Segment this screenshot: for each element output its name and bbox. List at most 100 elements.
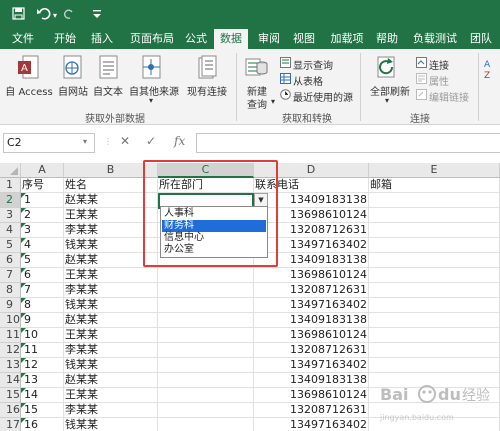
recent-sources-button[interactable]: 最近使用的源 bbox=[293, 89, 353, 104]
cell-department[interactable] bbox=[158, 283, 254, 298]
tab-review[interactable]: 审阅 bbox=[252, 29, 286, 49]
cell-name[interactable]: 赵某某 bbox=[64, 313, 158, 328]
cell-email[interactable] bbox=[369, 298, 500, 313]
cell-index[interactable]: 15 bbox=[21, 403, 64, 418]
row-header[interactable]: 7 bbox=[0, 268, 21, 283]
cancel-icon[interactable]: ✕ bbox=[120, 134, 130, 148]
cell-index[interactable]: 4 bbox=[21, 238, 64, 253]
cell-phone[interactable]: 13698610124 bbox=[254, 388, 369, 403]
cell-name[interactable]: 王某某 bbox=[64, 388, 158, 403]
insert-function-icon[interactable]: fx bbox=[174, 134, 185, 148]
refresh-all-button[interactable]: 全部刷新 bbox=[368, 83, 412, 98]
cell-department[interactable] bbox=[158, 358, 254, 373]
cell-index[interactable]: 16 bbox=[21, 418, 64, 431]
tab-addins[interactable]: 加载项 bbox=[325, 29, 369, 49]
sort-icon[interactable]: AZ bbox=[484, 57, 498, 84]
cell-index[interactable]: 10 bbox=[21, 328, 64, 343]
row-header[interactable]: 16 bbox=[0, 403, 21, 418]
tab-formulas[interactable]: 公式 bbox=[179, 29, 213, 49]
cell-name[interactable]: 李某某 bbox=[64, 283, 158, 298]
header-cell-index[interactable]: 序号 bbox=[21, 178, 64, 193]
from-web-button[interactable]: 自网站 bbox=[56, 83, 90, 98]
column-header-a[interactable]: A bbox=[21, 163, 64, 178]
tab-page-layout[interactable]: 页面布局 bbox=[124, 29, 180, 49]
cell-email[interactable] bbox=[369, 253, 500, 268]
cell-phone[interactable]: 13208712631 bbox=[254, 283, 369, 298]
cell-name[interactable]: 王某某 bbox=[64, 268, 158, 283]
row-header[interactable]: 17 bbox=[0, 418, 21, 431]
save-icon[interactable] bbox=[12, 7, 25, 23]
row-header[interactable]: 15 bbox=[0, 388, 21, 403]
tab-file[interactable]: 文件 bbox=[6, 29, 40, 49]
from-access-button[interactable]: 自 Access bbox=[4, 83, 54, 98]
row-header[interactable]: 9 bbox=[0, 298, 21, 313]
cell-phone[interactable]: 13208712631 bbox=[254, 403, 369, 418]
cell-name[interactable]: 赵某某 bbox=[64, 373, 158, 388]
tab-view[interactable]: 视图 bbox=[287, 29, 321, 49]
cell-email[interactable] bbox=[369, 283, 500, 298]
cell-index[interactable]: 13 bbox=[21, 373, 64, 388]
cell-phone[interactable]: 13497163402 bbox=[254, 298, 369, 313]
cell-name[interactable]: 钱某某 bbox=[64, 298, 158, 313]
cell-phone[interactable]: 13497163402 bbox=[254, 358, 369, 373]
cell-department[interactable] bbox=[158, 388, 254, 403]
undo-icon[interactable] bbox=[36, 7, 52, 23]
cell-phone[interactable]: 13698610124 bbox=[254, 268, 369, 283]
redo-icon[interactable] bbox=[64, 7, 76, 23]
customize-qat-icon[interactable] bbox=[92, 7, 102, 24]
row-header[interactable]: 2 bbox=[0, 193, 21, 208]
cell-department[interactable] bbox=[158, 373, 254, 388]
tab-team[interactable]: 团队 bbox=[464, 29, 498, 49]
row-header[interactable]: 11 bbox=[0, 328, 21, 343]
cell-name[interactable]: 王某某 bbox=[64, 328, 158, 343]
cell-index[interactable]: 14 bbox=[21, 388, 64, 403]
cell-phone[interactable]: 13497163402 bbox=[254, 418, 369, 431]
row-header[interactable]: 1 bbox=[0, 178, 21, 193]
header-cell-email[interactable]: 邮箱 bbox=[369, 178, 500, 193]
cell-index[interactable]: 6 bbox=[21, 268, 64, 283]
cell-department[interactable] bbox=[158, 298, 254, 313]
cell-phone[interactable]: 13409183138 bbox=[254, 313, 369, 328]
cell-index[interactable]: 7 bbox=[21, 283, 64, 298]
tab-insert[interactable]: 插入 bbox=[85, 29, 119, 49]
row-header[interactable]: 10 bbox=[0, 313, 21, 328]
cell-phone[interactable]: 13409183138 bbox=[254, 373, 369, 388]
cell-phone[interactable]: 13698610124 bbox=[254, 328, 369, 343]
cell-department[interactable] bbox=[158, 403, 254, 418]
row-header[interactable]: 5 bbox=[0, 238, 21, 253]
cell-department[interactable] bbox=[158, 313, 254, 328]
cell-phone[interactable]: 13208712631 bbox=[254, 343, 369, 358]
cell-name[interactable]: 李某某 bbox=[64, 343, 158, 358]
tab-load-test[interactable]: 负载测试 bbox=[408, 29, 462, 49]
row-header[interactable]: 8 bbox=[0, 283, 21, 298]
properties-button[interactable]: 属性 bbox=[429, 73, 449, 88]
cell-name[interactable]: 李某某 bbox=[64, 403, 158, 418]
cell-email[interactable] bbox=[369, 208, 500, 223]
cell-department[interactable] bbox=[158, 328, 254, 343]
row-header[interactable]: 4 bbox=[0, 223, 21, 238]
row-header[interactable]: 12 bbox=[0, 343, 21, 358]
chevron-down-icon[interactable]: ▾ bbox=[83, 137, 87, 146]
connections-button[interactable]: 连接 bbox=[429, 57, 449, 72]
tab-home[interactable]: 开始 bbox=[48, 29, 82, 49]
cell-index[interactable]: 1 bbox=[21, 193, 64, 208]
cell-email[interactable] bbox=[369, 358, 500, 373]
cell-index[interactable]: 2 bbox=[21, 208, 64, 223]
cell-name[interactable]: 钱某某 bbox=[64, 418, 158, 431]
cell-index[interactable]: 8 bbox=[21, 298, 64, 313]
edit-links-button[interactable]: 编辑链接 bbox=[429, 89, 469, 104]
cell-index[interactable]: 3 bbox=[21, 223, 64, 238]
cell-index[interactable]: 12 bbox=[21, 358, 64, 373]
row-header[interactable]: 13 bbox=[0, 358, 21, 373]
cell-department[interactable] bbox=[158, 268, 254, 283]
cell-email[interactable] bbox=[369, 238, 500, 253]
cell-index[interactable]: 5 bbox=[21, 253, 64, 268]
formula-input[interactable] bbox=[196, 133, 500, 153]
cell-department[interactable] bbox=[158, 418, 254, 431]
from-table-button[interactable]: 从表格 bbox=[293, 73, 323, 88]
tab-data[interactable]: 数据 bbox=[214, 29, 248, 49]
cell-email[interactable] bbox=[369, 343, 500, 358]
column-header-e[interactable]: E bbox=[369, 163, 500, 178]
cell-index[interactable]: 9 bbox=[21, 313, 64, 328]
row-header[interactable]: 3 bbox=[0, 208, 21, 223]
